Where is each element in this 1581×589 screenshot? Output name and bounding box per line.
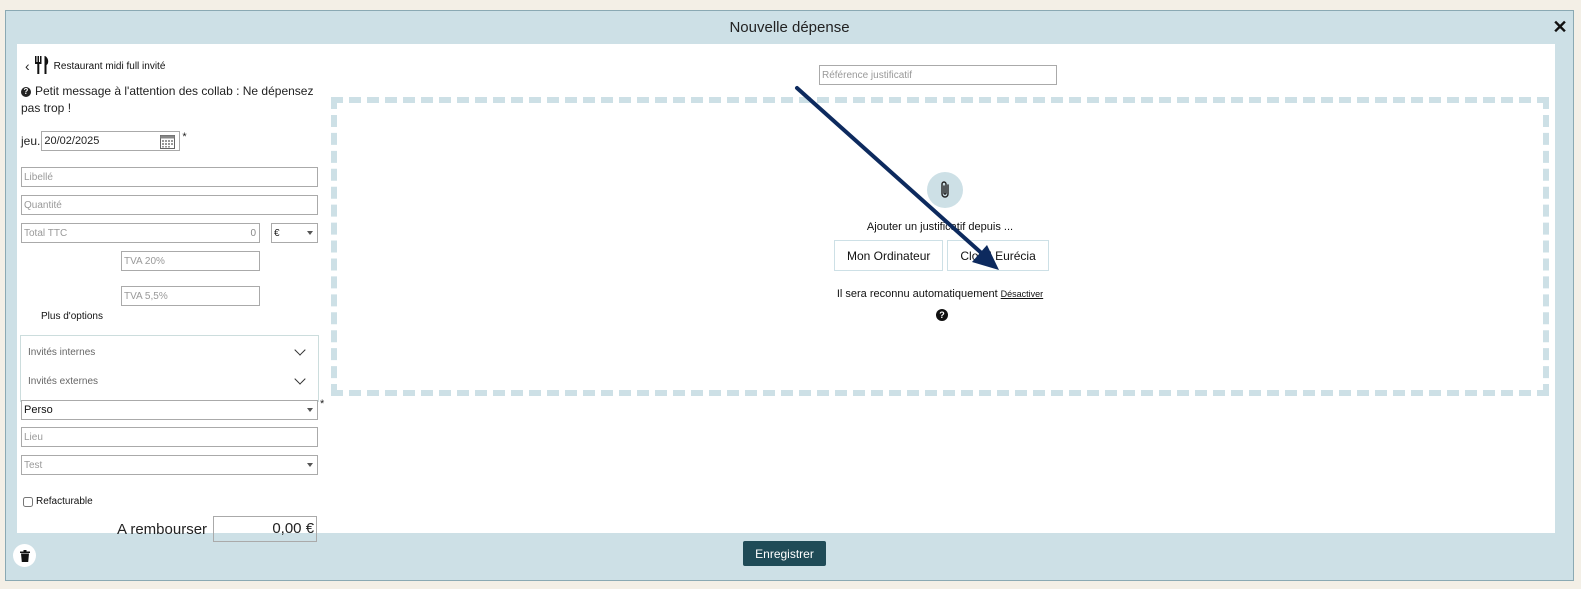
perso-value: Perso (24, 404, 53, 416)
tva20-input[interactable] (124, 255, 259, 267)
attachment-dropzone[interactable]: Ajouter un justificatif depuis ... Mon O… (331, 97, 1549, 396)
internal-guests-label: Invités internes (28, 346, 96, 358)
quantite-input[interactable] (24, 199, 317, 211)
cloud-eurecia-button[interactable]: Cloud Eurécia (947, 240, 1049, 271)
total-ttc-value: 0 (250, 228, 256, 239)
back-link[interactable]: ‹ Restaurant midi full invité (25, 55, 166, 77)
caret-down-icon (307, 463, 313, 467)
date-row: jeu. 20/02/2025 * (21, 131, 187, 151)
save-button[interactable]: Enregistrer (743, 541, 826, 566)
back-label: Restaurant midi full invité (53, 60, 166, 72)
delete-button[interactable] (13, 544, 36, 567)
currency-value: € (274, 227, 280, 239)
chevron-down-icon[interactable] (294, 344, 306, 356)
paperclip-icon[interactable] (927, 172, 963, 208)
date-prefix: jeu. (21, 134, 41, 148)
lieu-input[interactable] (24, 431, 317, 443)
libelle-input[interactable] (24, 171, 317, 183)
chevron-down-icon[interactable] (294, 373, 306, 385)
perso-required-mark: * (320, 398, 325, 410)
date-required-mark: * (182, 131, 187, 143)
reference-field[interactable]: Référence justificatif (819, 65, 1057, 85)
refacturable-checkbox[interactable]: Refacturable (23, 496, 93, 507)
modal-title: Nouvelle dépense (729, 19, 850, 36)
caret-down-icon (307, 231, 313, 235)
perso-select[interactable]: Perso (21, 400, 318, 420)
info-message: ? Petit message à l'attention des collab … (21, 83, 321, 117)
external-guests-toggle[interactable]: Invités externes (28, 372, 308, 390)
more-options-link[interactable]: Plus d'options (41, 311, 103, 322)
external-guests-label: Invités externes (28, 375, 99, 387)
lieu-field[interactable] (21, 427, 318, 447)
close-button[interactable]: ✕ (1551, 17, 1569, 37)
close-icon[interactable]: ✕ (1552, 17, 1567, 37)
tva55-input[interactable] (124, 290, 259, 302)
reimburse-row: A rembourser 0,00 € (117, 516, 318, 542)
calendar-icon[interactable] (160, 134, 176, 152)
tva20-field[interactable] (121, 251, 260, 271)
libelle-field[interactable] (21, 167, 318, 187)
date-value: 20/02/2025 (44, 135, 100, 147)
fork-knife-icon (34, 55, 50, 77)
my-computer-button[interactable]: Mon Ordinateur (834, 240, 944, 271)
reference-placeholder: Référence justificatif (822, 69, 913, 81)
date-field[interactable]: 20/02/2025 (41, 131, 181, 152)
tva55-field[interactable] (121, 286, 260, 306)
currency-select[interactable]: € (271, 223, 318, 243)
reimburse-amount: 0,00 € (213, 516, 318, 542)
total-ttc-input[interactable] (24, 227, 259, 239)
test-select[interactable]: Test (21, 455, 318, 475)
chevron-left-icon[interactable]: ‹ (25, 59, 30, 73)
refacturable-input[interactable] (23, 496, 33, 507)
help-icon[interactable]: ? (936, 309, 948, 321)
deactivate-link[interactable]: Désactiver (1001, 289, 1044, 299)
info-message-text: Petit message à l'attention des collab :… (21, 84, 314, 115)
caret-down-icon (307, 408, 313, 412)
auto-recognition-label: Il sera reconnu automatiquement (836, 288, 998, 300)
internal-guests-toggle[interactable]: Invités internes (28, 343, 308, 361)
upload-buttons: Mon Ordinateur Cloud Eurécia (834, 240, 1049, 271)
question-icon: ? (21, 87, 31, 97)
test-value: Test (24, 459, 43, 471)
quantite-field[interactable] (21, 195, 318, 215)
modal-content: ‹ Restaurant midi full invité ? Petit mes… (17, 44, 1555, 542)
trash-icon[interactable] (19, 549, 30, 562)
auto-recognition-text: Il sera reconnu automatiquement Désactive… (337, 288, 1543, 300)
refacturable-label: Refacturable (36, 496, 93, 507)
dropzone-prompt: Ajouter un justificatif depuis ... (866, 221, 1014, 233)
reimburse-label: A rembourser (117, 520, 208, 538)
guests-panel: Invités internes Invités externes (20, 335, 319, 402)
total-ttc-field[interactable]: 0 (21, 223, 260, 243)
